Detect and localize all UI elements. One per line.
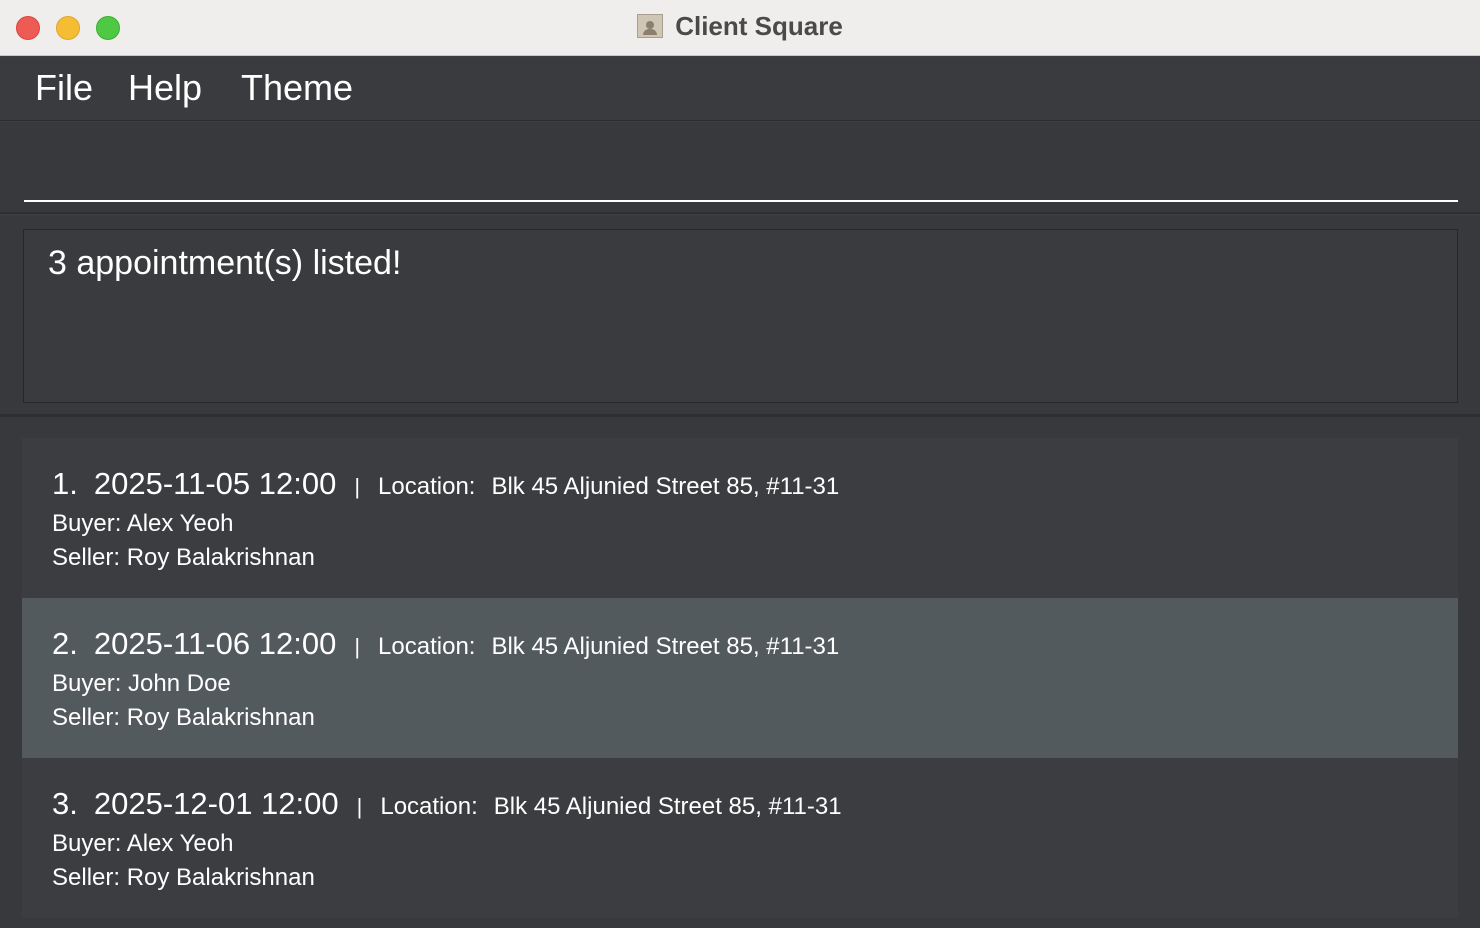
- window-title-group: Client Square: [0, 0, 1480, 52]
- appointment-location: Blk 45 Aljunied Street 85, #11-31: [491, 633, 840, 660]
- appointment-seller: Seller: Roy Balakrishnan: [52, 864, 315, 891]
- menu-bar: File Help Theme: [0, 57, 1480, 121]
- location-label: Location:: [380, 793, 478, 820]
- header-separator: |: [354, 474, 361, 499]
- appointment-location: Blk 45 Aljunied Street 85, #11-31: [491, 473, 840, 500]
- appointment-seller: Seller: Roy Balakrishnan: [52, 704, 315, 731]
- appointment-location: Blk 45 Aljunied Street 85, #11-31: [493, 793, 842, 820]
- result-message: 3 appointment(s) listed!: [48, 244, 402, 282]
- location-label: Location:: [378, 633, 476, 660]
- result-display-panel: 3 appointment(s) listed!: [0, 216, 1480, 414]
- appointment-header: 1. 2025-11-05 12:00 | Location: Blk 45 A…: [52, 466, 839, 502]
- header-separator: |: [354, 634, 361, 659]
- appointment-card-selected[interactable]: 2. 2025-11-06 12:00 | Location: Blk 45 A…: [22, 598, 1458, 758]
- appointment-header: 2. 2025-11-06 12:00 | Location: Blk 45 A…: [52, 626, 839, 662]
- menu-file[interactable]: File: [35, 67, 93, 109]
- appointment-buyer: Buyer: Alex Yeoh: [52, 830, 234, 857]
- command-box: [0, 122, 1480, 214]
- appointment-datetime: 2025-11-06 12:00: [93, 626, 337, 661]
- appointment-card[interactable]: 1. 2025-11-05 12:00 | Location: Blk 45 A…: [22, 438, 1458, 598]
- command-input[interactable]: [24, 122, 1458, 202]
- result-display: 3 appointment(s) listed!: [23, 229, 1458, 403]
- appointment-datetime: 2025-12-01 12:00: [93, 786, 339, 821]
- appointment-buyer: Buyer: John Doe: [52, 670, 231, 697]
- menu-help[interactable]: Help: [128, 67, 202, 109]
- appointment-datetime: 2025-11-05 12:00: [93, 466, 337, 501]
- window-title: Client Square: [675, 10, 843, 41]
- header-separator: |: [356, 794, 363, 819]
- menu-theme[interactable]: Theme: [241, 67, 353, 109]
- appointment-index: 2.: [52, 626, 78, 661]
- appointment-index: 3.: [52, 786, 78, 821]
- appointment-buyer: Buyer: Alex Yeoh: [52, 510, 234, 537]
- title-bar: Client Square: [0, 0, 1480, 56]
- appointment-index: 1.: [52, 466, 78, 501]
- appointment-card[interactable]: 3. 2025-12-01 12:00 | Location: Blk 45 A…: [22, 758, 1458, 918]
- appointment-seller: Seller: Roy Balakrishnan: [52, 544, 315, 571]
- appointment-header: 3. 2025-12-01 12:00 | Location: Blk 45 A…: [52, 786, 842, 822]
- appointment-list[interactable]: 1. 2025-11-05 12:00 | Location: Blk 45 A…: [0, 417, 1480, 928]
- app-contacts-icon: [637, 14, 664, 38]
- location-label: Location:: [378, 473, 476, 500]
